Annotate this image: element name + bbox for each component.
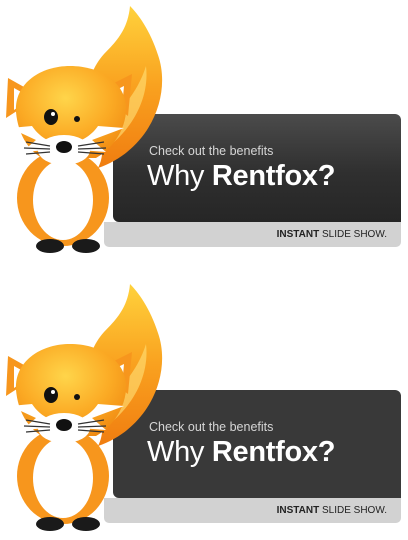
title-brand: Rentfox? — [211, 436, 336, 468]
fox-mascot-icon[interactable] — [0, 278, 170, 536]
strip-bold: INSTANT — [276, 229, 320, 240]
slideshow-link[interactable]: INSTANT SLIDE SHOW. — [277, 505, 387, 516]
rentfox-banner-2[interactable]: Check out the benefits Why Rentfox? INST… — [0, 278, 408, 531]
title-brand: Rentfox? — [211, 160, 336, 192]
strip-rest: SLIDE SHOW. — [319, 505, 387, 516]
strip-bold: INSTANT — [276, 505, 320, 516]
why-rentfox-title: Why Rentfox? — [147, 436, 335, 469]
slideshow-link[interactable]: INSTANT SLIDE SHOW. — [277, 229, 387, 240]
rentfox-banner-1[interactable]: Check out the benefits Why Rentfox? INST… — [0, 0, 408, 253]
strip-rest: SLIDE SHOW. — [319, 229, 387, 240]
why-rentfox-title: Why Rentfox? — [147, 160, 335, 193]
fox-mascot-icon[interactable] — [0, 0, 170, 258]
